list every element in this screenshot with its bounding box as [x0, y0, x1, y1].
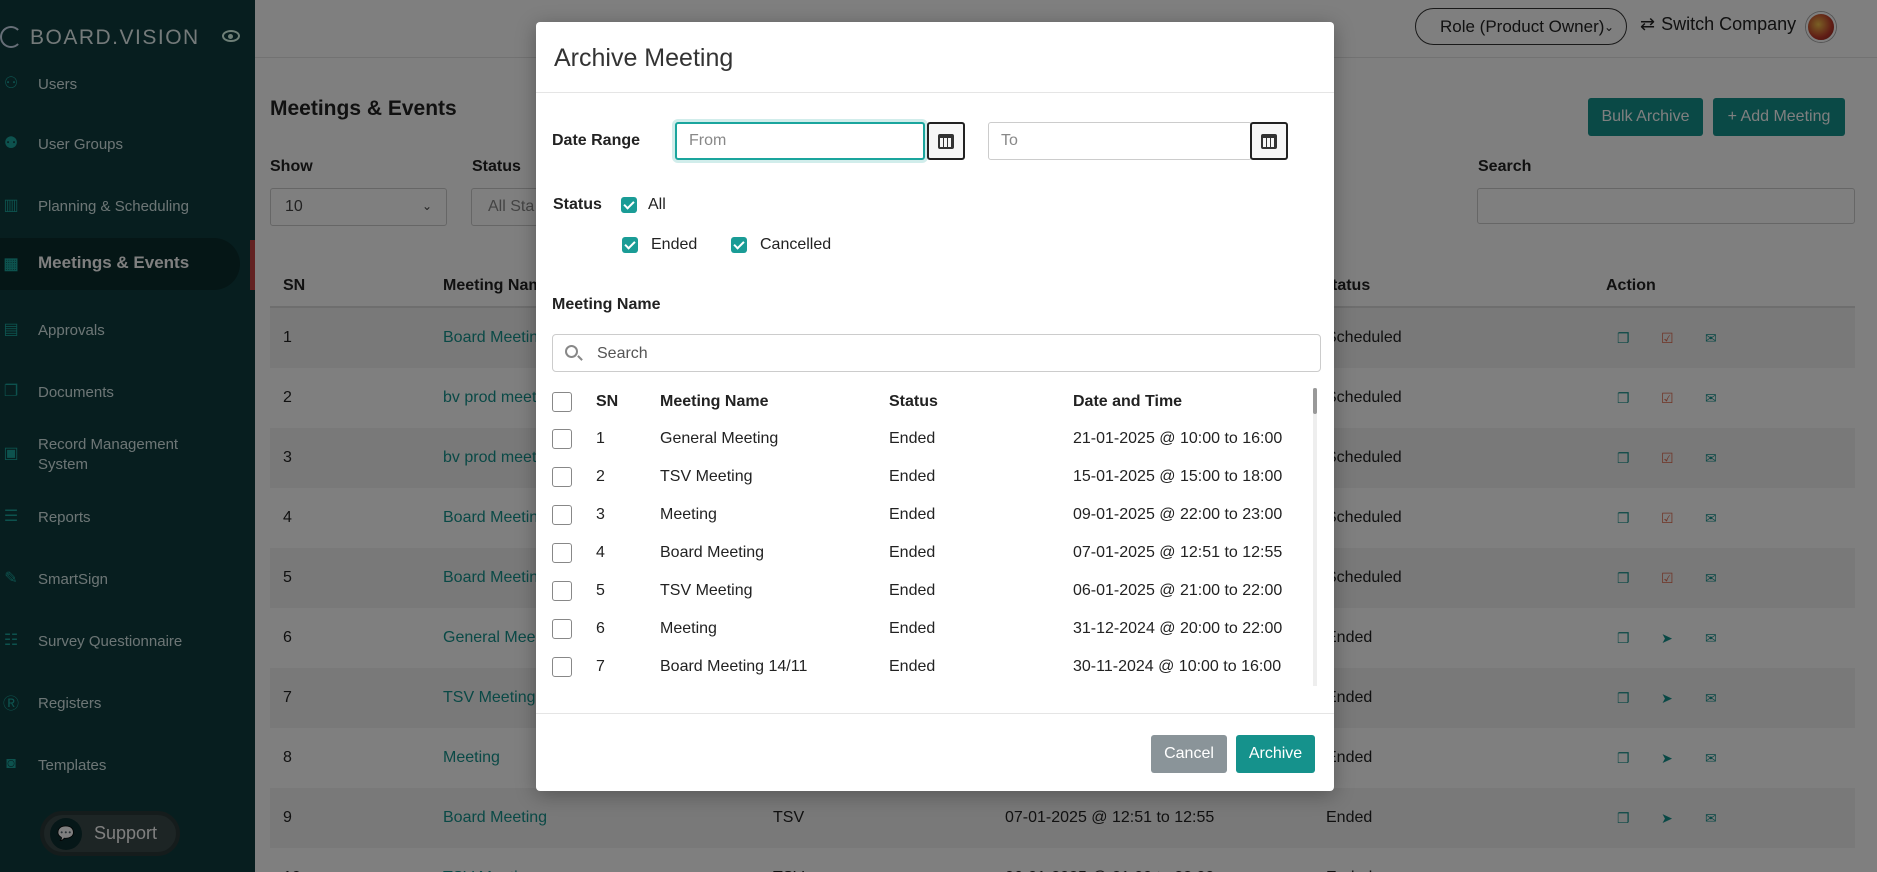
cancel-button[interactable]: Cancel — [1151, 735, 1227, 773]
column-header: Status — [889, 393, 938, 410]
divider — [536, 92, 1334, 93]
row-checkbox[interactable] — [552, 429, 572, 449]
row-checkbox[interactable] — [552, 467, 572, 487]
row-status: Ended — [889, 468, 936, 485]
meeting-row[interactable]: 2 TSV Meeting Ended 15-01-2025 @ 15:00 to 1… — [552, 458, 1312, 496]
column-header: Date and Time — [1073, 393, 1183, 410]
meeting-row[interactable]: 6 Meeting Ended 31-12-2024 @ 20:00 to 22:00 — [552, 610, 1312, 648]
row-sn: 4 — [596, 544, 605, 561]
modal-title: Archive Meeting — [554, 44, 734, 72]
meeting-row[interactable]: 1 General Meeting Ended 21-01-2025 @ 10:00 … — [552, 420, 1312, 458]
row-sn: 6 — [596, 620, 605, 637]
row-status: Ended — [889, 544, 936, 561]
meeting-row[interactable]: 5 TSV Meeting Ended 06-01-2025 @ 21:00 to 2… — [552, 572, 1312, 610]
row-meeting-name: Board Meeting — [660, 544, 765, 561]
meeting-search-input[interactable]: Search — [552, 334, 1321, 372]
status-all-checkbox[interactable] — [621, 197, 637, 213]
row-status: Ended — [889, 620, 936, 637]
row-meeting-name: Meeting — [660, 506, 717, 523]
divider — [536, 713, 1334, 714]
status-ended-label: Ended — [651, 236, 698, 253]
select-all-checkbox[interactable] — [552, 392, 572, 412]
meeting-table-header: SN Meeting Name Status Date and Time — [552, 384, 1312, 420]
row-sn: 1 — [596, 430, 605, 447]
row-status: Ended — [889, 506, 936, 523]
meeting-name-label: Meeting Name — [552, 296, 661, 313]
row-datetime: 09-01-2025 @ 22:00 to 23:00 — [1073, 506, 1283, 523]
row-checkbox[interactable] — [552, 505, 572, 525]
row-status: Ended — [889, 430, 936, 447]
row-checkbox[interactable] — [552, 581, 572, 601]
row-status: Ended — [889, 658, 936, 675]
row-checkbox[interactable] — [552, 619, 572, 639]
from-date-input[interactable]: From — [675, 122, 925, 160]
archive-button[interactable]: Archive — [1236, 735, 1315, 773]
row-sn: 2 — [596, 468, 605, 485]
row-datetime: 07-01-2025 @ 12:51 to 12:55 — [1073, 544, 1283, 561]
row-meeting-name: TSV Meeting — [660, 582, 753, 599]
row-datetime: 21-01-2025 @ 10:00 to 16:00 — [1073, 430, 1283, 447]
row-sn: 3 — [596, 506, 605, 523]
search-icon — [565, 345, 578, 358]
row-meeting-name: Meeting — [660, 620, 717, 637]
row-meeting-name: Board Meeting 14/11 — [660, 658, 808, 675]
row-sn: 7 — [596, 658, 605, 675]
meeting-row[interactable]: 7 Board Meeting 14/11 Ended 30-11-2024 @ 10… — [552, 648, 1312, 686]
status-cancelled-label: Cancelled — [760, 236, 832, 253]
row-datetime: 15-01-2025 @ 15:00 to 18:00 — [1073, 468, 1283, 485]
date-range-label: Date Range — [552, 132, 641, 149]
row-checkbox[interactable] — [552, 543, 572, 563]
row-datetime: 06-01-2025 @ 21:00 to 22:00 — [1073, 582, 1283, 599]
status-all-label: All — [648, 196, 666, 213]
search-placeholder: Search — [597, 345, 648, 362]
status-ended-checkbox[interactable] — [622, 237, 638, 253]
status-cancelled-checkbox[interactable] — [731, 237, 747, 253]
column-header: SN — [596, 393, 619, 410]
meeting-row[interactable]: 4 Board Meeting Ended 07-01-2025 @ 12:51 to… — [552, 534, 1312, 572]
scrollbar-track[interactable] — [1313, 388, 1317, 686]
calendar-icon[interactable] — [1250, 122, 1288, 160]
row-meeting-name: TSV Meeting — [660, 468, 753, 485]
row-checkbox[interactable] — [552, 657, 572, 677]
archive-meeting-modal: Archive Meeting Date Range From To Statu… — [536, 22, 1334, 791]
calendar-icon[interactable] — [927, 122, 965, 160]
status-filter-label: Status — [553, 196, 602, 213]
row-sn: 5 — [596, 582, 605, 599]
scrollbar-thumb[interactable] — [1313, 388, 1317, 414]
row-datetime: 31-12-2024 @ 20:00 to 22:00 — [1073, 620, 1283, 637]
row-datetime: 30-11-2024 @ 10:00 to 16:00 — [1073, 658, 1282, 675]
row-meeting-name: General Meeting — [660, 430, 779, 447]
row-status: Ended — [889, 582, 936, 599]
column-header: Meeting Name — [660, 393, 769, 410]
to-date-input[interactable]: To — [988, 122, 1252, 160]
meeting-row[interactable]: 3 Meeting Ended 09-01-2025 @ 22:00 to 23:00 — [552, 496, 1312, 534]
